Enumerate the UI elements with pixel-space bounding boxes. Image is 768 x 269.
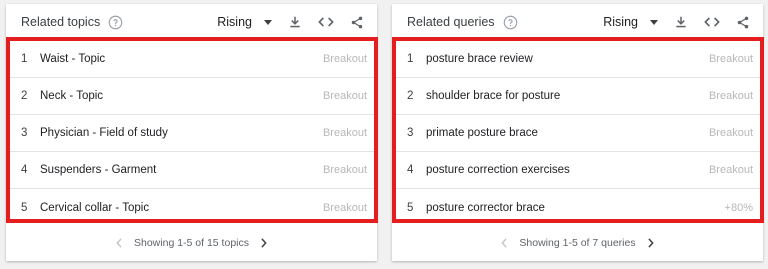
- pagination: Showing 1-5 of 7 queries: [392, 233, 763, 253]
- list-item[interactable]: 5 Cervical collar - Topic Breakout: [6, 189, 377, 226]
- trend-value: Breakout: [322, 127, 367, 139]
- rank-number: 5: [407, 201, 414, 214]
- topic-label: Physician - Field of study: [40, 127, 168, 139]
- download-icon[interactable]: [287, 14, 303, 30]
- list-item[interactable]: 4 posture correction exercises Breakout: [392, 152, 763, 189]
- queries-list: 1 posture brace review Breakout 2 should…: [392, 41, 763, 226]
- rank-number: 1: [21, 53, 28, 65]
- download-icon[interactable]: [673, 14, 689, 30]
- rank-number: 2: [21, 90, 28, 102]
- rank-number: 1: [407, 53, 414, 65]
- trend-value: Breakout: [708, 53, 753, 65]
- rising-filter-label: Rising: [603, 15, 638, 29]
- pagination-text: Showing 1-5 of 15 topics: [134, 237, 249, 249]
- share-icon[interactable]: [735, 14, 751, 30]
- list-item[interactable]: 4 Suspenders - Garment Breakout: [6, 152, 377, 189]
- pagination-text: Showing 1-5 of 7 queries: [519, 237, 636, 249]
- help-circle-icon[interactable]: [108, 15, 123, 30]
- panel-title: Related queries: [407, 15, 495, 29]
- list-item[interactable]: 2 Neck - Topic Breakout: [6, 78, 377, 115]
- list-item[interactable]: 3 Physician - Field of study Breakout: [6, 115, 377, 152]
- list-item[interactable]: 1 Waist - Topic Breakout: [6, 41, 377, 78]
- rising-filter-label: Rising: [217, 15, 252, 29]
- trend-value: Breakout: [322, 164, 367, 176]
- query-label: shoulder brace for posture: [426, 90, 561, 102]
- embed-code-icon[interactable]: [318, 14, 334, 30]
- trend-value: Breakout: [322, 90, 367, 102]
- help-circle-icon[interactable]: [503, 15, 518, 30]
- panel-header: Related queries Rising: [392, 4, 763, 40]
- rank-number: 3: [407, 127, 414, 139]
- rising-filter-dropdown[interactable]: Rising: [217, 15, 272, 29]
- pagination: Showing 1-5 of 15 topics: [6, 233, 377, 253]
- query-label: posture brace review: [426, 53, 533, 65]
- related-queries-panel: Related queries Rising 1 posture brace r…: [392, 4, 763, 261]
- topic-label: Suspenders - Garment: [40, 164, 157, 176]
- topics-list: 1 Waist - Topic Breakout 2 Neck - Topic …: [6, 41, 377, 226]
- trend-value: Breakout: [322, 201, 367, 214]
- topic-label: Neck - Topic: [40, 90, 104, 102]
- share-icon[interactable]: [349, 14, 365, 30]
- caret-down-icon: [264, 19, 272, 25]
- list-item[interactable]: 1 posture brace review Breakout: [392, 41, 763, 78]
- query-label: primate posture brace: [426, 127, 538, 139]
- query-label: posture correction exercises: [426, 164, 570, 176]
- rank-number: 4: [407, 164, 414, 176]
- trend-value: Breakout: [322, 53, 367, 65]
- trend-value: Breakout: [708, 164, 753, 176]
- rank-number: 5: [21, 201, 28, 214]
- topic-label: Waist - Topic: [40, 53, 106, 65]
- embed-code-icon[interactable]: [704, 14, 720, 30]
- trend-value: Breakout: [708, 127, 753, 139]
- rank-number: 2: [407, 90, 414, 102]
- chevron-left-icon[interactable]: [497, 236, 511, 250]
- rank-number: 4: [21, 164, 28, 176]
- query-label: posture corrector brace: [426, 201, 545, 214]
- list-item[interactable]: 5 posture corrector brace +80%: [392, 189, 763, 226]
- caret-down-icon: [650, 19, 658, 25]
- chevron-right-icon[interactable]: [644, 236, 658, 250]
- list-item[interactable]: 3 primate posture brace Breakout: [392, 115, 763, 152]
- chevron-left-icon[interactable]: [112, 236, 126, 250]
- rank-number: 3: [21, 127, 28, 139]
- list-item[interactable]: 2 shoulder brace for posture Breakout: [392, 78, 763, 115]
- rising-filter-dropdown[interactable]: Rising: [603, 15, 658, 29]
- panel-header: Related topics Rising: [6, 4, 377, 40]
- chevron-right-icon[interactable]: [257, 236, 271, 250]
- panel-title: Related topics: [21, 15, 101, 29]
- related-topics-panel: Related topics Rising 1 Waist - Topic Br…: [6, 4, 377, 261]
- topic-label: Cervical collar - Topic: [40, 201, 150, 214]
- trend-value: +80%: [724, 201, 753, 214]
- trend-value: Breakout: [708, 90, 753, 102]
